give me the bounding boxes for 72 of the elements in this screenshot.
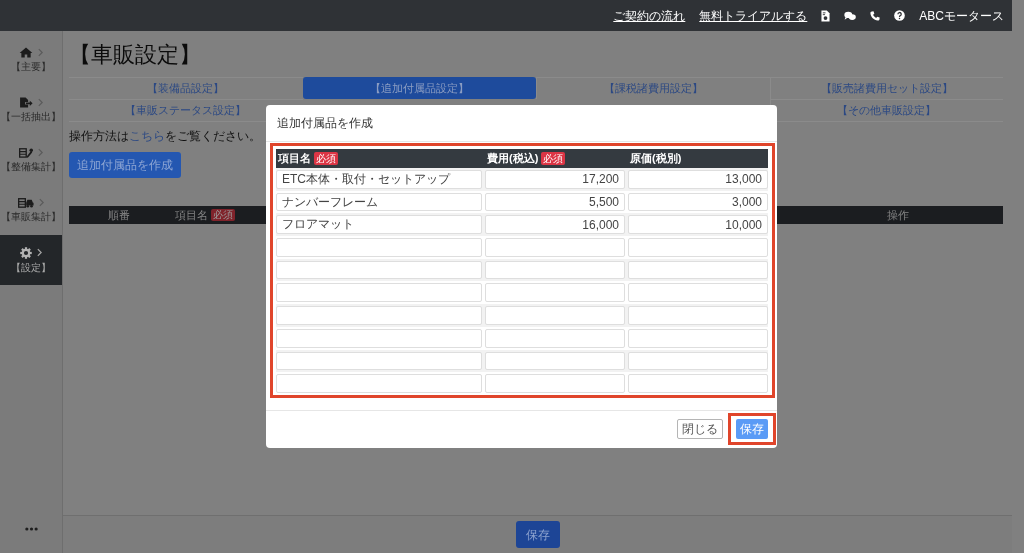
file-arrow-icon	[19, 97, 33, 108]
column-header: 項目名	[175, 207, 208, 223]
sidebar-item[interactable]: 【整備集計】	[0, 135, 62, 185]
document-icon[interactable]	[821, 9, 831, 22]
chevron-right-icon	[39, 198, 44, 207]
required-badge: 必須	[211, 209, 235, 221]
text-field[interactable]	[628, 374, 768, 393]
text-field[interactable]	[276, 328, 482, 348]
column-header: 項目名	[278, 152, 311, 165]
text-field[interactable]	[485, 328, 625, 348]
text-field[interactable]: ETC本体・取付・セットアップ	[276, 170, 482, 189]
sidebar-item[interactable]: 【車販集計】	[0, 185, 62, 235]
text-field[interactable]	[276, 374, 482, 393]
gear-icon	[20, 246, 32, 259]
more-icon[interactable]	[24, 527, 38, 531]
help-icon[interactable]	[894, 10, 906, 21]
chevron-right-icon	[38, 98, 43, 107]
link[interactable]: 無料トライアルする	[699, 6, 808, 25]
sidebar-item[interactable]: 【主要】	[0, 35, 62, 85]
tab[interactable]: 【販売諸費用セット設定】	[769, 77, 1003, 99]
text-field[interactable]: 3,000	[628, 192, 768, 212]
required-badge: 必須	[541, 152, 566, 165]
required-badge: 必須	[314, 152, 338, 165]
sheet-car-icon	[18, 197, 34, 208]
text-field[interactable]	[485, 351, 625, 371]
text-field[interactable]	[485, 306, 625, 325]
text-field[interactable]	[276, 283, 482, 303]
sidebar-item[interactable]: 【設定】	[0, 235, 62, 285]
chat-icon[interactable]	[844, 10, 857, 21]
page-title: 【車販設定】	[69, 41, 201, 69]
text-field[interactable]: 16,000	[485, 215, 625, 235]
instruction-text: 操作方法はこちら をご覧ください。	[69, 128, 261, 144]
text-field[interactable]	[485, 260, 625, 280]
text-field[interactable]: 5,500	[485, 192, 625, 212]
close-button[interactable]: 閉じる	[677, 419, 723, 440]
text-field[interactable]	[485, 283, 625, 303]
text-field[interactable]: 17,200	[485, 170, 625, 189]
text-field[interactable]	[276, 351, 482, 371]
company-name: ABCモータース	[919, 7, 1004, 25]
text-field[interactable]: 13,000	[628, 170, 768, 189]
tab[interactable]: 【課税諸費用設定】	[536, 77, 770, 99]
house-icon	[19, 47, 33, 58]
column-header: 費用(税込)	[487, 152, 539, 165]
column-header: 操作	[887, 207, 909, 223]
sheet-wrench-icon	[19, 147, 33, 158]
link[interactable]: ご契約の流れ	[613, 6, 686, 25]
column-header: 原価(税別)	[630, 152, 682, 165]
tab[interactable]: 【装備品設定】	[69, 77, 303, 99]
text-field[interactable]: フロアマット	[276, 215, 482, 235]
chevron-right-icon	[38, 148, 43, 157]
text-field[interactable]	[485, 374, 625, 393]
text-field[interactable]	[628, 351, 768, 371]
chevron-right-icon	[37, 248, 42, 257]
text-field[interactable]	[628, 328, 768, 348]
text-field[interactable]	[628, 238, 768, 257]
text-field[interactable]	[276, 238, 482, 257]
text-field[interactable]	[628, 260, 768, 280]
save-button[interactable]: 保存	[736, 419, 768, 440]
chevron-right-icon	[38, 48, 43, 57]
save-button[interactable]: 保存	[515, 521, 560, 548]
text-field[interactable]: ナンバーフレーム	[276, 192, 482, 212]
text-field[interactable]	[276, 260, 482, 280]
phone-icon[interactable]	[870, 10, 881, 21]
text-field[interactable]	[276, 306, 482, 325]
create-button[interactable]: 追加付属品を作成	[69, 152, 181, 178]
text-field[interactable]	[485, 238, 625, 257]
text-field[interactable]	[628, 306, 768, 325]
text-field[interactable]	[628, 283, 768, 303]
text-field[interactable]: 10,000	[628, 215, 768, 235]
column-header: 順番	[108, 207, 130, 223]
help-link[interactable]: こちら	[129, 129, 165, 143]
tab[interactable]: 【追加付属品設定】	[302, 77, 536, 99]
